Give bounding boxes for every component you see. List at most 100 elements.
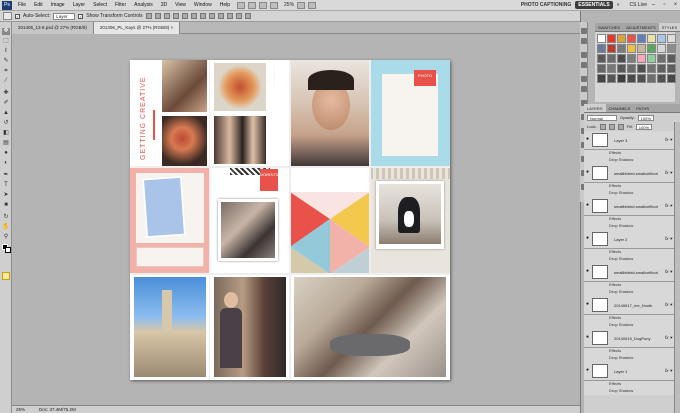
arrange-icon[interactable] (297, 1, 306, 9)
layer-effects-item[interactable]: Effects (584, 249, 674, 256)
lock-all-icon[interactable] (617, 123, 624, 130)
tab-adjustments[interactable]: ADJUSTMENTS (623, 23, 659, 31)
style-swatch[interactable] (607, 74, 616, 83)
tab-layers[interactable]: LAYERS (584, 104, 606, 112)
clone-source-icon[interactable] (581, 86, 587, 92)
move-tool-icon[interactable]: ✥ (2, 28, 10, 35)
auto-select-dropdown[interactable]: Layer (53, 12, 76, 20)
drop-shadow-item[interactable]: Drop Shadow (584, 355, 674, 362)
shape-tool-icon[interactable]: ■ (2, 202, 10, 209)
style-swatch[interactable] (637, 54, 646, 63)
layer-effects-item[interactable]: Effects (584, 150, 674, 157)
menu-select[interactable]: Select (89, 2, 111, 8)
cs-live-button[interactable]: CS Live (629, 2, 647, 8)
tab-paths[interactable]: PATHS (633, 104, 652, 112)
style-swatch[interactable] (607, 34, 616, 43)
screen-mode-icon[interactable] (308, 1, 317, 9)
workspace-photo-captioning[interactable]: PHOTO CAPTIONING (517, 2, 575, 8)
style-swatch[interactable] (647, 44, 656, 53)
style-swatch[interactable] (637, 44, 646, 53)
tab-channels[interactable]: CHANNELS (606, 104, 634, 112)
menu-filter[interactable]: Filter (111, 2, 130, 8)
style-swatch[interactable] (597, 44, 606, 53)
blend-mode-dropdown[interactable]: Normal (587, 114, 617, 121)
layer-fx-icon[interactable]: fx ▾ (665, 203, 672, 209)
style-swatch[interactable] (627, 64, 636, 73)
style-swatch[interactable] (617, 34, 626, 43)
style-swatch[interactable] (657, 44, 666, 53)
dodge-tool-icon[interactable]: ◐ (2, 160, 10, 167)
distribute-center-icon[interactable] (208, 13, 215, 19)
layer-row[interactable]: ● Layer 2 fx ▾ (584, 230, 674, 249)
visibility-eye-icon[interactable]: ● (585, 236, 590, 241)
layer-fx-icon[interactable]: fx ▾ (665, 236, 672, 242)
pen-tool-icon[interactable]: ✒ (2, 172, 10, 179)
layer-fx-icon[interactable]: fx ▾ (665, 170, 672, 176)
style-swatch[interactable] (667, 64, 676, 73)
style-swatch[interactable] (617, 44, 626, 53)
layer-effects-item[interactable]: Effects (584, 282, 674, 289)
scrapbook-page[interactable]: GETTING CREATIVE · · · · · · · · · · · P… (130, 60, 450, 380)
style-swatch[interactable] (627, 54, 636, 63)
style-swatch[interactable] (667, 74, 676, 83)
distribute-left-icon[interactable] (226, 13, 233, 19)
layer-fx-icon[interactable]: fx ▾ (665, 335, 672, 341)
3d-rotate-tool-icon[interactable]: ↻ (2, 214, 10, 221)
layers-scrollbar[interactable] (674, 122, 680, 413)
layer-row[interactable]: ● Layer 3 fx ▾ (584, 131, 674, 150)
menu-window[interactable]: Window (190, 2, 216, 8)
character-icon[interactable] (581, 52, 587, 58)
status-zoom[interactable]: 25% (16, 407, 25, 412)
style-swatch[interactable] (667, 44, 676, 53)
visibility-eye-icon[interactable]: ● (585, 203, 590, 208)
drop-shadow-item[interactable]: Drop Shadow (584, 223, 674, 230)
menu-3d[interactable]: 3D (157, 2, 171, 8)
style-swatch[interactable] (657, 64, 666, 73)
lasso-tool-icon[interactable]: ℓ (2, 48, 10, 55)
style-swatch[interactable] (627, 34, 636, 43)
style-swatch[interactable] (647, 34, 656, 43)
menu-view[interactable]: View (171, 2, 190, 8)
style-swatch[interactable] (597, 54, 606, 63)
style-swatch[interactable] (607, 54, 616, 63)
style-swatch[interactable] (657, 34, 666, 43)
workspace-more-icon[interactable]: » (613, 2, 624, 8)
layer-row[interactable]: ● 20140617_me_Nootk fx ▾ (584, 296, 674, 315)
align-right-icon[interactable] (190, 13, 197, 19)
align-top-icon[interactable] (145, 13, 152, 19)
distribute-bottom-icon[interactable] (217, 13, 224, 19)
lock-pixels-icon[interactable] (599, 123, 606, 130)
style-swatch[interactable] (657, 74, 666, 83)
visibility-eye-icon[interactable]: ● (585, 269, 590, 274)
style-swatch[interactable] (617, 74, 626, 83)
style-swatch[interactable] (637, 34, 646, 43)
brush-tool-icon[interactable]: ✐ (2, 100, 10, 107)
quick-select-tool-icon[interactable]: ✎ (2, 58, 10, 65)
visibility-eye-icon[interactable]: ● (585, 302, 590, 307)
brush-presets-icon[interactable] (581, 76, 587, 82)
layer-fx-icon[interactable]: fx ▾ (665, 137, 672, 143)
workspace-essentials[interactable]: ESSENTIALS (575, 1, 613, 9)
menu-analysis[interactable]: Analysis (130, 2, 157, 8)
eyedropper-tool-icon[interactable]: ⁄ (2, 78, 10, 85)
auto-align-icon[interactable] (244, 13, 251, 19)
style-swatch[interactable] (627, 44, 636, 53)
crop-tool-icon[interactable]: ⌗ (2, 68, 10, 75)
layer-effects-item[interactable]: Effects (584, 315, 674, 322)
hand-tool-icon[interactable]: ✋ (2, 224, 10, 231)
document-tab-2[interactable]: 201406_PL_Kays @ 27% (RGB/8) × (93, 22, 181, 34)
close-icon[interactable]: × (671, 1, 680, 9)
layer-row[interactable]: ● smallbbbird-smallcellfoot fx ▾ (584, 164, 674, 183)
drop-shadow-item[interactable]: Drop Shadow (584, 157, 674, 164)
distribute-right-icon[interactable] (235, 13, 242, 19)
tab-swatches[interactable]: SWATCHES (595, 23, 623, 31)
tab-styles[interactable]: STYLES (658, 23, 680, 31)
style-swatch[interactable] (647, 74, 656, 83)
minibridge-icon[interactable] (248, 1, 257, 9)
bridge-icon[interactable] (237, 1, 246, 9)
drop-shadow-item[interactable]: Drop Shadow (584, 289, 674, 296)
style-swatch[interactable] (597, 34, 606, 43)
layer-fx-icon[interactable]: fx ▾ (665, 302, 672, 308)
layer-effects-item[interactable]: Effects (584, 381, 674, 388)
quick-mask-icon[interactable] (2, 272, 10, 280)
